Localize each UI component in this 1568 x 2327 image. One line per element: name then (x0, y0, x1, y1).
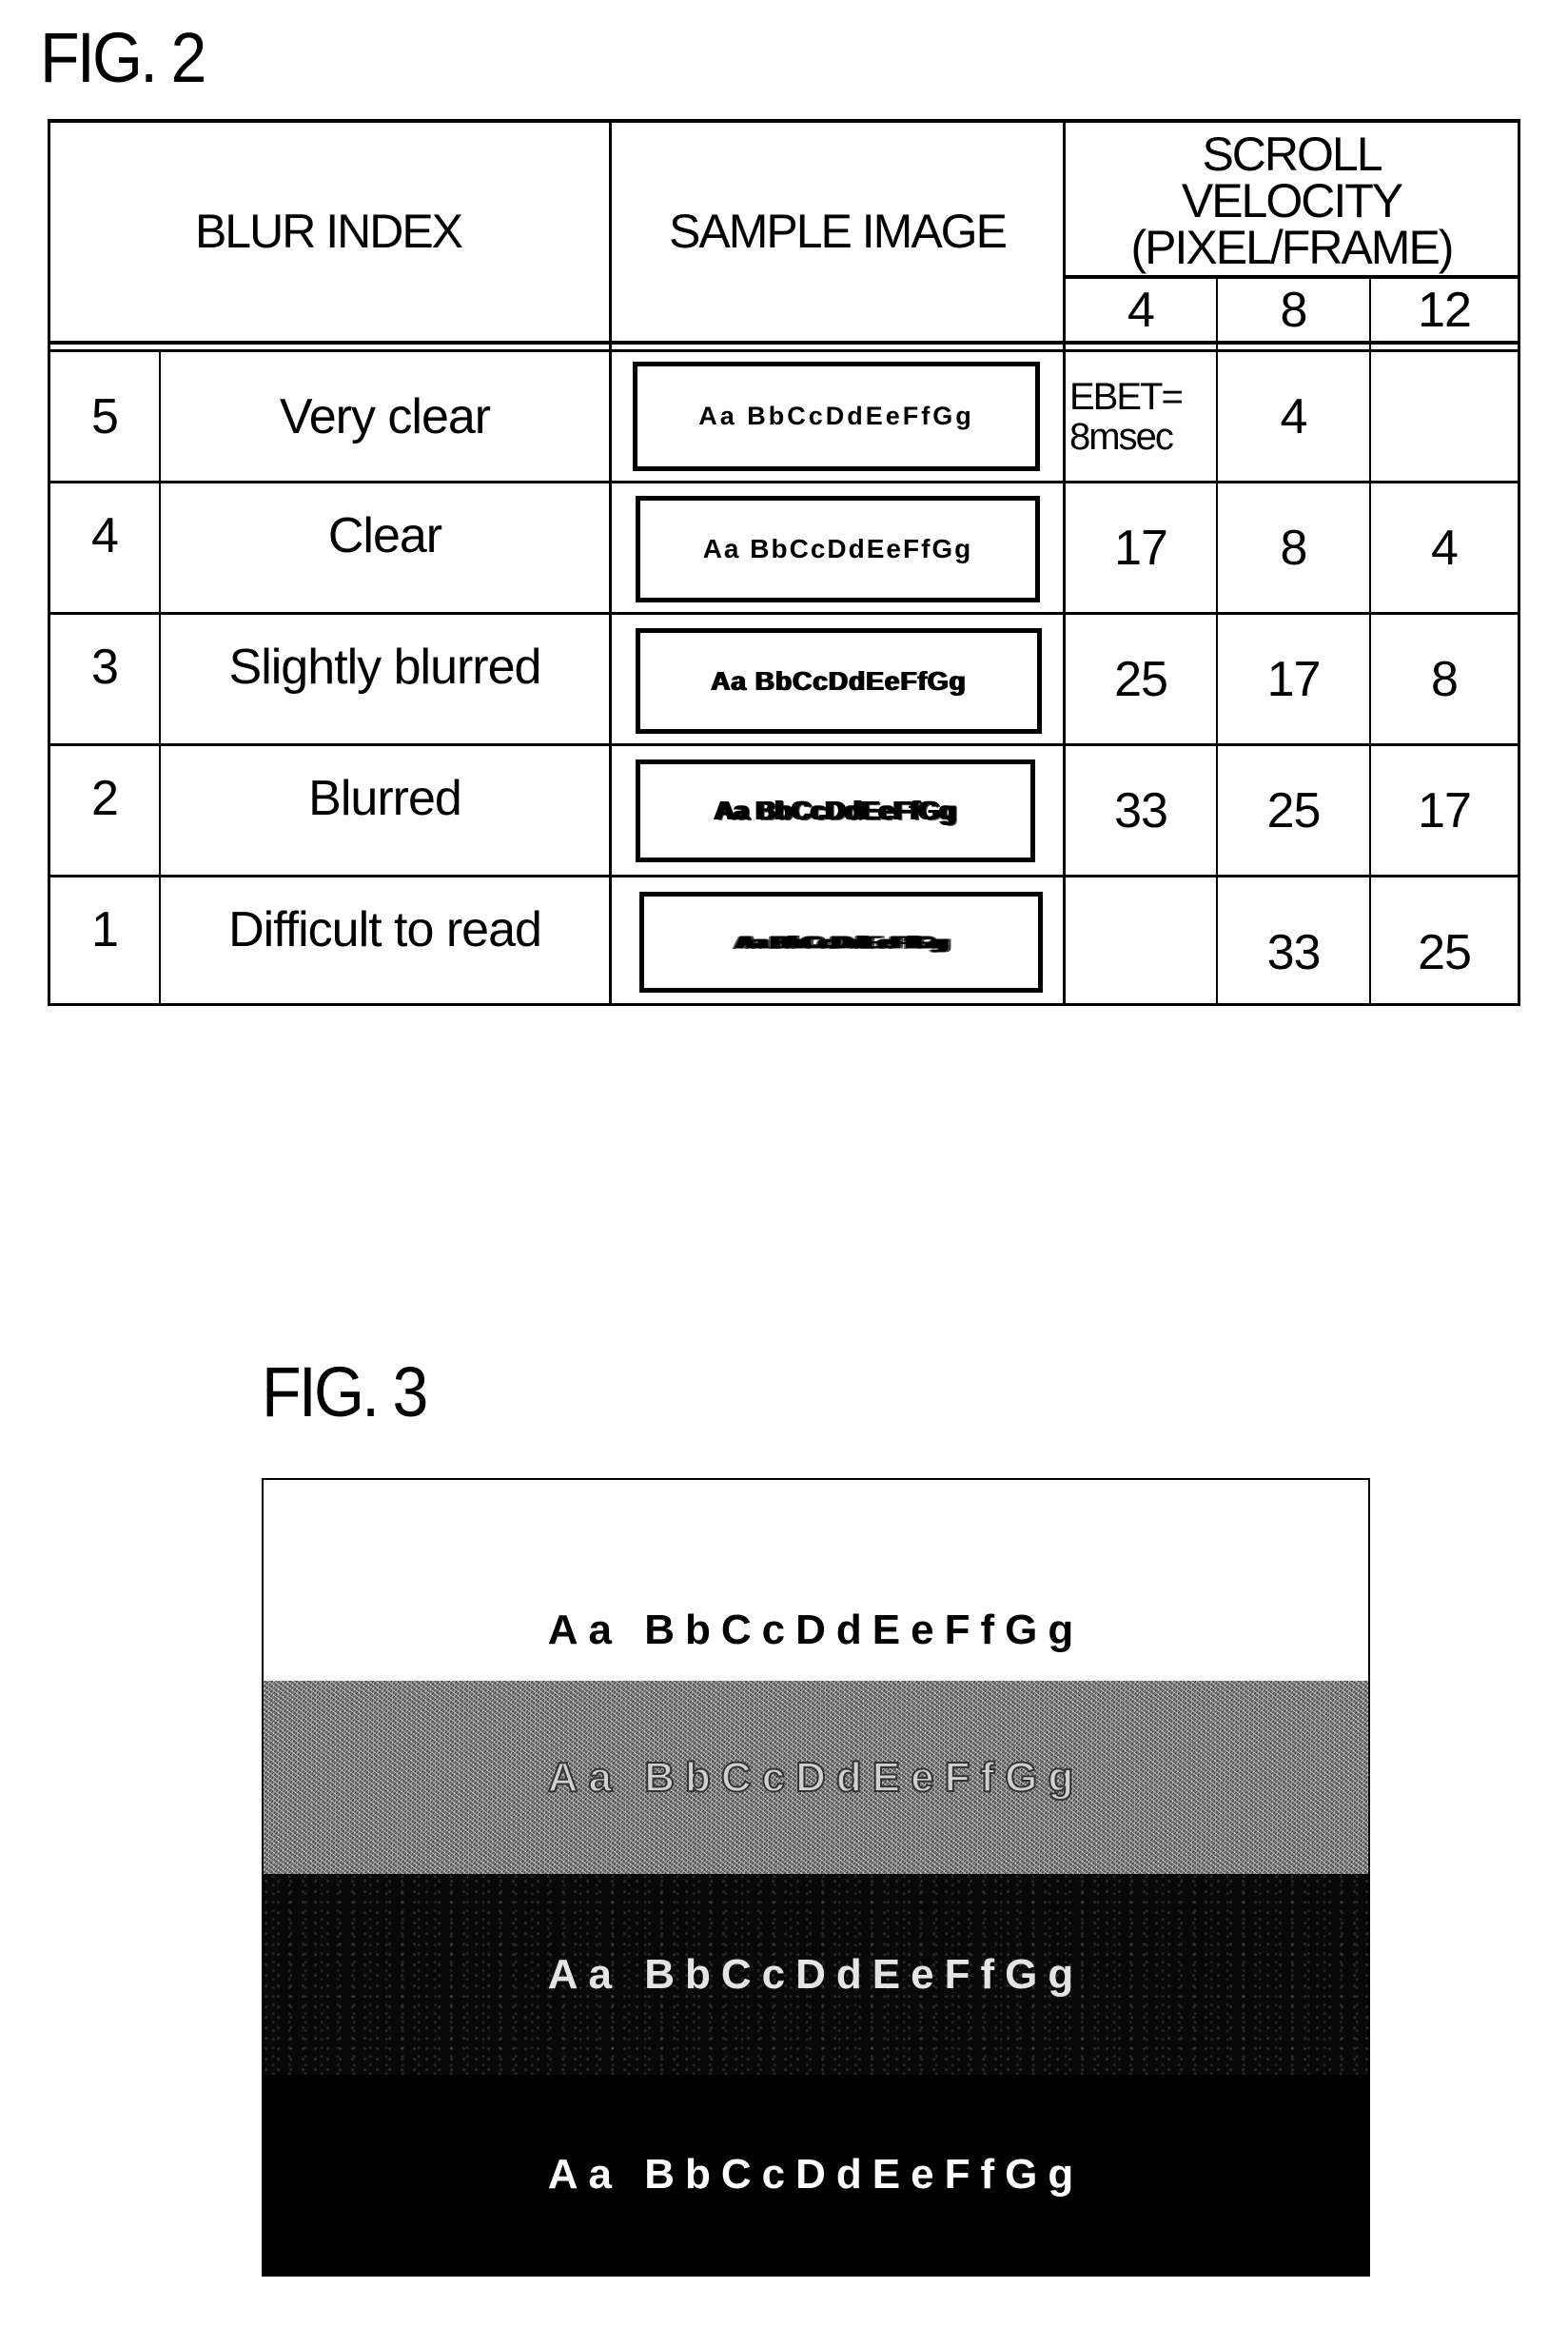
row-label: Slightly blurred (228, 640, 542, 695)
header-scroll-line: VELOCITY (1181, 173, 1403, 227)
value-v8: 25 (1266, 782, 1322, 838)
band-black-background: Aa BbCcDdEeFfGg (264, 2075, 1368, 2275)
fig3-background-comparison: Aa BbCcDdEeFfGg Aa BbCcDdEeFfGg Aa BbCcD… (262, 1478, 1370, 2277)
header-scroll-line: SCROLL (1202, 127, 1382, 181)
row-index: 5 (91, 388, 119, 444)
sample-image: Aa BbCcDdEeFfGg (636, 496, 1040, 602)
value-v8: 17 (1266, 651, 1322, 707)
header-sample-image: SAMPLE IMAGE (669, 204, 1008, 258)
fig2-title: FIG. 2 (40, 18, 206, 97)
value-v12 (1371, 352, 1518, 481)
ebet-line: 8msec (1069, 415, 1174, 458)
value-v8: 8 (1280, 520, 1308, 576)
row-label: Very clear (279, 388, 491, 444)
row-index: 3 (91, 640, 119, 695)
value-v12: 17 (1418, 782, 1472, 838)
sample-image: Aa BbCcDdEeFfGg (636, 628, 1042, 734)
blur-index-table: BLUR INDEX SAMPLE IMAGE SCROLL VELOCITY … (48, 119, 1520, 1006)
value-v12: 8 (1431, 651, 1459, 707)
sample-text: Aa BbCcDdEeFfGg (715, 796, 956, 825)
row-label: Difficult to read (228, 902, 542, 957)
value-v12: 4 (1431, 520, 1459, 576)
value-v8: 33 (1266, 925, 1322, 980)
row-index: 2 (91, 771, 119, 826)
sample-image: Aa BbCcDdEeFfGg (636, 759, 1035, 862)
row-index: 1 (91, 902, 119, 957)
band-text: Aa BbCcDdEeFfGg (547, 1607, 1085, 1653)
band-gray-noise-background: Aa BbCcDdEeFfGg (264, 1681, 1368, 1874)
band-text: Aa BbCcDdEeFfGg (547, 2151, 1085, 2198)
value-v4 (1066, 878, 1216, 1003)
header-velocity-12: 12 (1418, 283, 1472, 338)
sample-image: Aa BbCcDdEeFfGg (639, 892, 1043, 993)
header-blur-index: BLUR INDEX (194, 204, 463, 258)
row-label: Blurred (308, 771, 462, 826)
band-dark-noise-background: Aa BbCcDdEeFfGg (264, 1874, 1368, 2075)
value-v4: 25 (1114, 651, 1168, 707)
row-label: Clear (327, 508, 442, 563)
table-border-right (1518, 119, 1520, 1006)
sample-text: Aa BbCcDdEeFfGg (698, 402, 974, 430)
header-scroll-line: (PIXEL/FRAME) (1130, 220, 1455, 274)
header-velocity-8: 8 (1280, 283, 1308, 338)
ebet-line: EBET= (1069, 375, 1184, 418)
fig3-title: FIG. 3 (262, 1352, 428, 1431)
sample-text: Aa BbCcDdEeFfGg (702, 534, 973, 563)
header-scroll-velocity: SCROLL VELOCITY (PIXEL/FRAME) (1066, 127, 1518, 275)
value-v8: 4 (1280, 388, 1308, 444)
value-v4: 17 (1114, 520, 1168, 576)
value-v12: 25 (1418, 925, 1472, 980)
value-v4: 33 (1114, 782, 1168, 838)
band-text: Aa BbCcDdEeFfGg (547, 1753, 1085, 1802)
sample-text: Aa BbCcDdEeFfGg (735, 932, 947, 953)
band-text: Aa BbCcDdEeFfGg (547, 1950, 1085, 1998)
ebet-note: EBET= 8msec (1066, 352, 1220, 481)
band-white-background: Aa BbCcDdEeFfGg (264, 1480, 1368, 1681)
sample-image: Aa BbCcDdEeFfGg (633, 362, 1040, 471)
sample-text: Aa BbCcDdEeFfGg (711, 665, 967, 696)
row-index: 4 (91, 508, 119, 563)
header-velocity-4: 4 (1127, 283, 1155, 338)
